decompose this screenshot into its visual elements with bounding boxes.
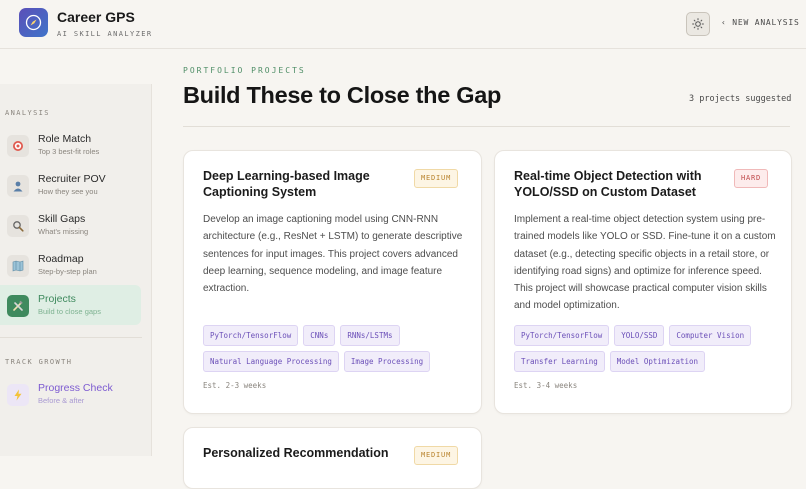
sidebar-item-progress-check[interactable]: Progress Check Before & after [0,374,141,414]
time-estimate: Est. 2-3 weeks [203,381,267,390]
sidebar-item-recruiter-pov[interactable]: Recruiter POV How they see you [0,165,141,205]
sidebar-item-desc: What's missing [38,227,89,236]
lightning-icon [7,384,29,406]
skill-tag: RNNs/LSTMs [340,325,400,346]
sidebar-item-label: Skill Gaps [38,213,86,225]
sidebar-item-label: Roadmap [38,253,84,265]
sidebar-item-label: Recruiter POV [38,173,106,185]
project-title: Personalized Recommendation [203,446,389,460]
roadmap-icon [7,255,29,277]
person-icon [7,175,29,197]
sidebar-item-desc: Build to close gaps [38,307,101,316]
sidebar-item-skill-gaps[interactable]: Skill Gaps What's missing [0,205,141,245]
skill-tag: CNNs [303,325,336,346]
project-card[interactable]: Deep Learning-based Image Captioning Sys… [183,150,482,414]
difficulty-badge: HARD [734,169,769,188]
skill-tag: Computer Vision [669,325,752,346]
sidebar-divider [0,337,142,338]
sidebar-item-desc: How they see you [38,187,98,196]
sidebar-item-desc: Before & after [38,396,85,405]
sidebar-section-track-growth: TRACK GROWTH [5,358,73,366]
sidebar-item-desc: Step-by-step plan [38,267,97,276]
project-count: 3 projects suggested [689,94,792,104]
sidebar-item-label: Progress Check [38,382,113,394]
section-eyebrow: PORTFOLIO PROJECTS [183,66,306,75]
tag-list: PyTorch/TensorFlow CNNs RNNs/LSTMs Natur… [203,325,473,372]
sun-icon [692,18,704,30]
skill-tag: Image Processing [343,351,431,372]
skill-tag: Natural Language Processing [203,351,339,372]
theme-toggle-button[interactable] [686,12,710,36]
divider [183,126,790,127]
skill-tag: PyTorch/TensorFlow [203,325,299,346]
app-title: Career GPS [57,9,135,25]
new-analysis-link[interactable]: ‹ NEW ANALYSIS [721,18,800,27]
skill-tag: Transfer Learning [514,351,605,372]
sidebar-item-label: Role Match [38,133,92,145]
target-icon [7,135,29,157]
sidebar-section-analysis: ANALYSIS [5,109,50,117]
sidebar-item-desc: Top 3 best-fit roles [38,147,100,156]
skill-tag: PyTorch/TensorFlow [514,325,610,346]
project-description: Implement a real-time object detection s… [514,214,776,312]
project-title: Deep Learning-based Image Captioning Sys… [203,169,370,199]
tag-list: PyTorch/TensorFlow YOLO/SSD Computer Vis… [514,325,784,372]
project-card[interactable]: Personalized Recommendation MEDIUM [183,427,482,489]
sidebar-item-role-match[interactable]: Role Match Top 3 best-fit roles [0,125,141,165]
page-title: Build These to Close the Gap [183,82,502,108]
sidebar-item-roadmap[interactable]: Roadmap Step-by-step plan [0,245,141,285]
sidebar-item-projects[interactable]: Projects Build to close gaps [0,285,141,325]
magnifier-icon [7,215,29,237]
difficulty-badge: MEDIUM [414,169,459,188]
skill-tag: Model Optimization [609,351,706,372]
app-header: Career GPS AI SKILL ANALYZER ‹ NEW ANALY… [0,0,806,49]
sidebar-item-label: Projects [38,293,76,305]
skill-tag: YOLO/SSD [614,325,665,346]
compass-icon[interactable] [19,8,48,37]
project-card[interactable]: Real-time Object Detection with YOLO/SSD… [494,150,792,414]
sidebar: ANALYSIS Role Match Top 3 best-fit roles… [0,84,152,456]
project-title: Real-time Object Detection with YOLO/SSD… [514,169,702,199]
app-subtitle: AI SKILL ANALYZER [57,30,153,38]
project-description: Develop an image captioning model using … [203,214,463,295]
tools-icon [7,295,29,317]
time-estimate: Est. 3-4 weeks [514,381,578,390]
